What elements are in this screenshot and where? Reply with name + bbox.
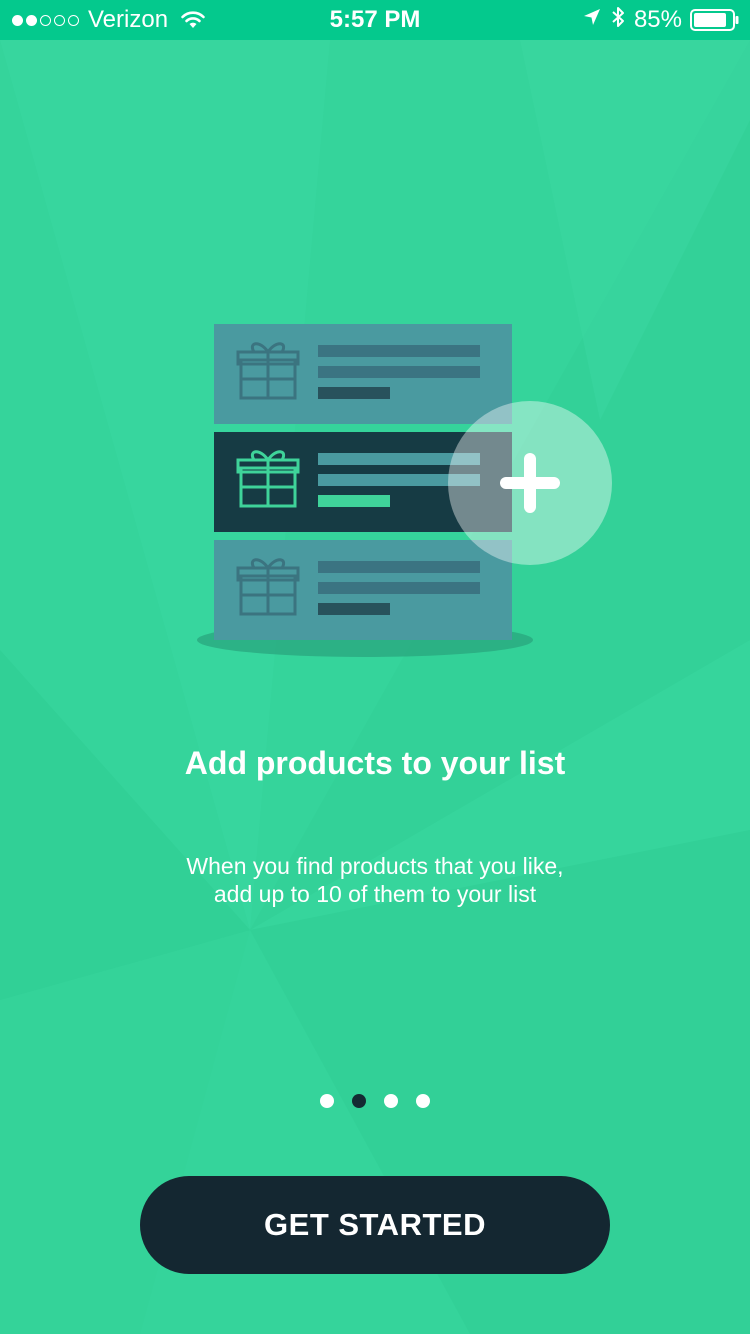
onboarding-subtitle: When you find products that you like, ad… xyxy=(100,852,650,908)
page-dot-1[interactable] xyxy=(320,1094,334,1108)
product-card-1 xyxy=(214,324,512,424)
plus-icon xyxy=(448,401,612,565)
bluetooth-icon xyxy=(610,5,626,36)
product-card-3 xyxy=(214,540,512,640)
status-right: 85% xyxy=(574,6,740,34)
page-dot-3[interactable] xyxy=(384,1094,398,1108)
page-dot-4[interactable] xyxy=(416,1094,430,1108)
subtitle-line-2: add up to 10 of them to your list xyxy=(213,881,537,907)
page-indicator[interactable] xyxy=(0,1094,750,1108)
subtitle-line-1: When you find products that you like, xyxy=(186,853,564,879)
onboarding-title: Add products to your list xyxy=(184,745,566,781)
background-pattern xyxy=(0,40,750,1334)
location-arrow-icon xyxy=(582,6,602,34)
battery-percent: 85% xyxy=(633,6,682,33)
product-list-illustration xyxy=(197,324,612,657)
battery-icon xyxy=(690,9,740,31)
page-dot-2-active[interactable] xyxy=(352,1094,366,1108)
get-started-button[interactable]: GET STARTED xyxy=(140,1176,610,1274)
status-bar: Verizon 5:57 PM 85% xyxy=(0,0,750,40)
